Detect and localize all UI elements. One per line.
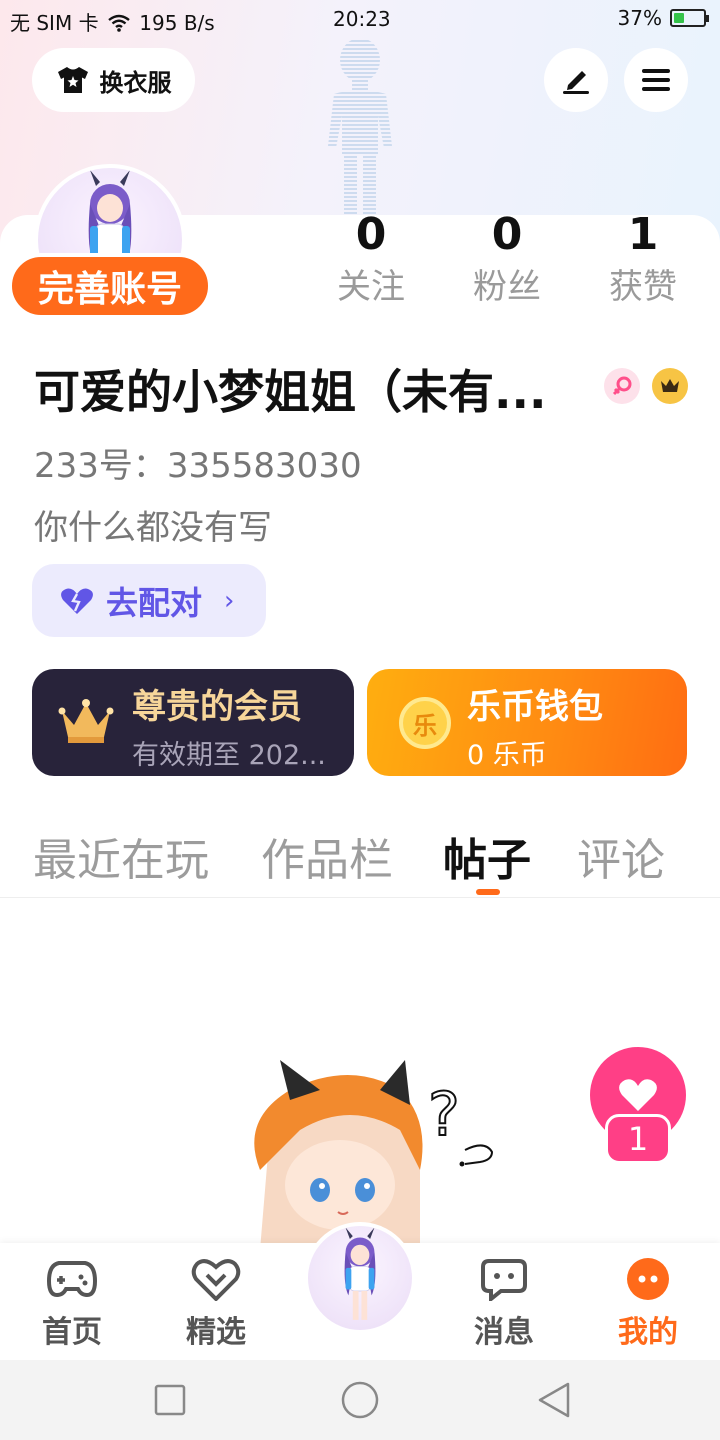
wallet-balance: 0 乐币 (467, 740, 547, 771)
following-label: 关注 (337, 267, 405, 307)
user-id: 233号：335583030 (34, 446, 362, 486)
chevron-right-icon: › (224, 585, 235, 616)
crown-badge-icon (652, 368, 688, 404)
nav-home-label: 首页 (42, 1315, 102, 1350)
tab-works[interactable]: 作品栏 (261, 824, 393, 888)
nav-messages-label: 消息 (474, 1315, 534, 1350)
svg-text:?: ? (428, 1080, 460, 1150)
home-circle-icon[interactable] (340, 1380, 380, 1420)
battery-percent: 37% (617, 6, 662, 30)
wallet-card[interactable]: 乐 乐币钱包 0 乐币 (367, 669, 687, 776)
likes-count: 1 (627, 209, 659, 260)
nav-item-messages[interactable]: 消息 (454, 1257, 554, 1351)
tab-posts[interactable]: 帖子 (443, 824, 531, 888)
pair-button[interactable]: 去配对 › (32, 564, 266, 637)
status-time: 20:23 (333, 7, 391, 31)
status-left: 无 SIM 卡 195 B/s (10, 7, 215, 36)
tab-recent-played[interactable]: 最近在玩 (33, 824, 209, 888)
stat-fans[interactable]: 0 粉丝 (452, 208, 562, 312)
network-speed: 195 B/s (139, 11, 215, 35)
tab-comments[interactable]: 评论 (577, 824, 665, 888)
edit-profile-button[interactable] (544, 48, 608, 112)
gamepad-icon (46, 1261, 98, 1298)
vip-card[interactable]: 尊贵的会员 有效期至 202... (32, 669, 354, 776)
fans-label: 粉丝 (473, 267, 541, 307)
battery-fill (674, 13, 685, 23)
avatar-nav-button[interactable] (304, 1222, 416, 1334)
nav-featured-label: 精选 (186, 1315, 246, 1350)
system-nav-bar (0, 1360, 720, 1440)
nav-item-featured[interactable]: 精选 (166, 1257, 266, 1351)
shirt-icon (57, 67, 88, 93)
message-icon (481, 1259, 527, 1304)
heart-icon (61, 588, 93, 614)
heart-icon (619, 1079, 657, 1111)
empty-state-mascot-image: ? (254, 1060, 494, 1250)
avatar-character-image (344, 1227, 376, 1320)
profile-tabs: 最近在玩 作品栏 帖子 评论 (0, 824, 720, 898)
following-count: 0 (355, 209, 387, 260)
vip-expiry: 有效期至 202... (132, 740, 326, 771)
likes-label: 获赞 (609, 267, 677, 307)
me-icon (627, 1258, 669, 1300)
nav-item-me[interactable]: 我的 (598, 1257, 698, 1351)
hamburger-icon (642, 69, 670, 91)
menu-button[interactable] (624, 48, 688, 112)
fans-count: 0 (491, 209, 523, 260)
complete-account-button[interactable]: 完善账号 (8, 253, 212, 319)
status-bar: 无 SIM 卡 195 B/s 20:23 37% (0, 0, 720, 40)
stat-following[interactable]: 0 关注 (316, 208, 426, 312)
crown-icon (58, 699, 114, 743)
female-icon (604, 368, 640, 404)
username: 可爱的小梦姐姐（未有... (34, 365, 547, 419)
carrier-text: 无 SIM 卡 (10, 11, 99, 35)
dress-up-label: 换衣服 (99, 68, 172, 97)
recent-apps-icon[interactable] (154, 1380, 186, 1420)
battery-icon (670, 9, 709, 27)
vip-title: 尊贵的会员 (132, 687, 302, 727)
nav-me-label: 我的 (618, 1315, 678, 1350)
coin-glyph: 乐 (413, 711, 437, 740)
stat-likes[interactable]: 1 获赞 (588, 208, 698, 312)
active-tab-indicator (476, 889, 500, 895)
coin-icon: 乐 (399, 697, 451, 749)
back-triangle-icon[interactable] (536, 1380, 572, 1420)
pair-label: 去配对 (106, 583, 203, 622)
avatar-hologram-figure (328, 38, 392, 216)
heart-chat-icon (191, 1259, 241, 1302)
wallet-title: 乐币钱包 (467, 687, 603, 727)
like-count-badge: 1 (605, 1114, 671, 1164)
pencil-icon (563, 71, 589, 94)
nav-item-home[interactable]: 首页 (22, 1257, 122, 1351)
wifi-icon (108, 14, 130, 32)
status-right: 37% (617, 6, 709, 30)
dress-up-button[interactable]: 换衣服 (32, 48, 195, 112)
user-bio: 你什么都没有写 (34, 508, 272, 548)
